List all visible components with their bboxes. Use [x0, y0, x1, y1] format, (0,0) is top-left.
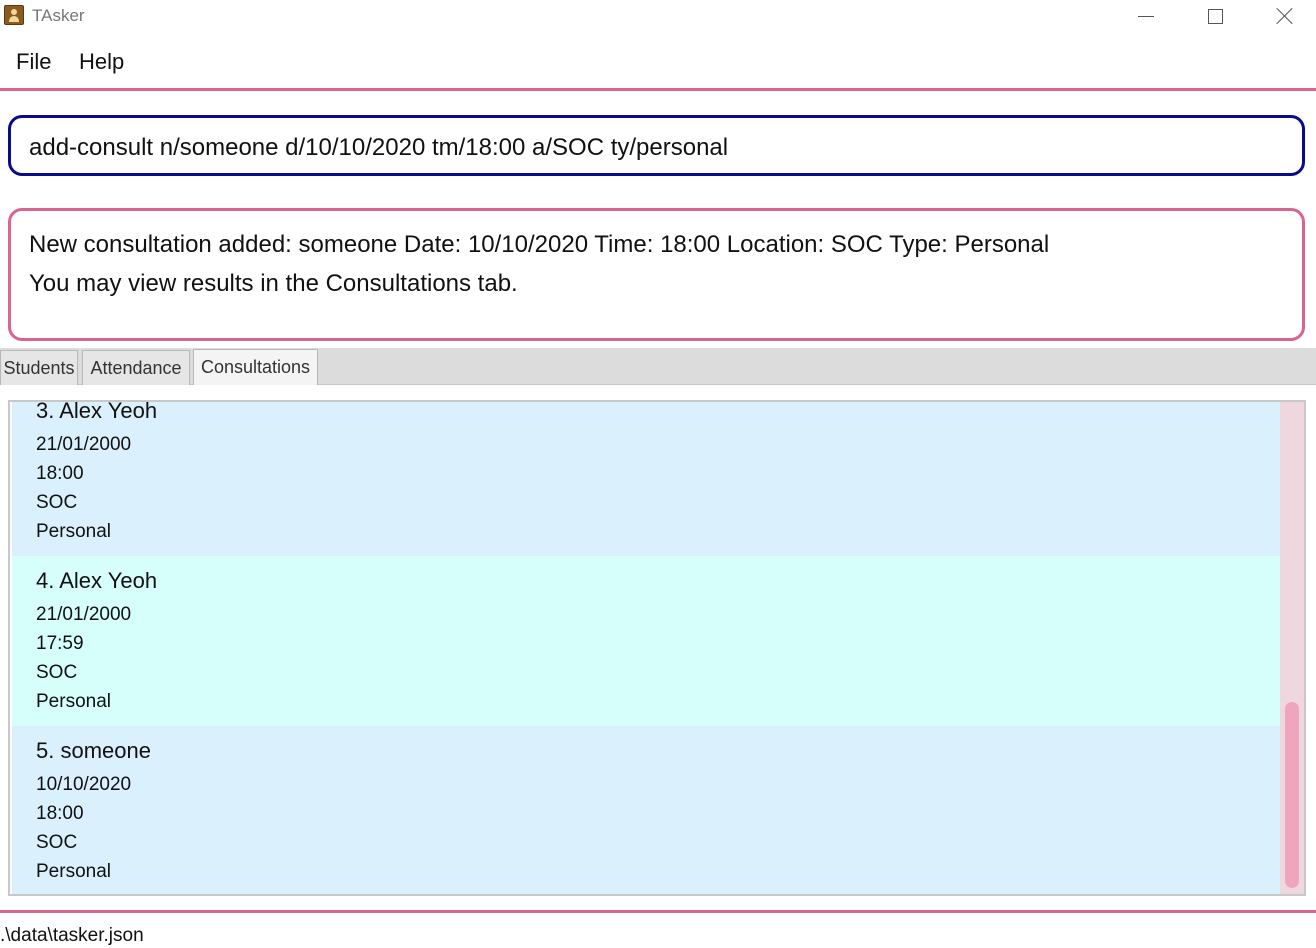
- consultation-time: 17:59: [36, 633, 84, 654]
- menu-help[interactable]: Help: [79, 49, 124, 75]
- menu-divider: [0, 88, 1316, 91]
- consultation-type: Personal: [36, 521, 111, 542]
- consultation-card[interactable]: 5. someone 10/10/2020 18:00 SOC Personal: [12, 726, 1280, 894]
- close-icon: [1276, 7, 1294, 25]
- consultation-title: 4. Alex Yeoh: [36, 568, 158, 593]
- title-bar: TAsker: [0, 0, 1316, 34]
- maximize-icon: [1207, 8, 1223, 24]
- scrollbar-thumb[interactable]: [1285, 702, 1299, 888]
- consultation-list-content: 3. Alex Yeoh 21/01/2000 18:00 SOC Person…: [12, 402, 1280, 894]
- consultation-date: 10/10/2020: [36, 774, 132, 795]
- tab-bar: Students Attendance Consultations: [0, 348, 1316, 385]
- menu-bar: File Help: [0, 34, 1316, 88]
- minimize-icon: [1138, 15, 1154, 17]
- consultation-location: SOC: [36, 662, 78, 683]
- maximize-button[interactable]: [1192, 0, 1238, 32]
- app-icon: [4, 5, 24, 25]
- consultation-time: 18:00: [36, 463, 84, 484]
- consultation-card[interactable]: 4. Alex Yeoh 21/01/2000 17:59 SOC Person…: [12, 556, 1280, 726]
- consultation-list[interactable]: 3. Alex Yeoh 21/01/2000 18:00 SOC Person…: [8, 400, 1306, 896]
- consultation-card[interactable]: 3. Alex Yeoh 21/01/2000 18:00 SOC Person…: [12, 400, 1280, 556]
- result-message-line-2: You may view results in the Consultation…: [29, 270, 518, 297]
- status-divider: [0, 910, 1316, 913]
- consultation-time: 18:00: [36, 803, 84, 824]
- consultation-title: 5. someone: [36, 738, 151, 763]
- window-title: TAsker: [32, 6, 85, 25]
- consultation-location: SOC: [36, 492, 78, 513]
- consultation-type: Personal: [36, 691, 111, 712]
- consultation-location: SOC: [36, 832, 78, 853]
- command-input[interactable]: add-consult n/someone d/10/10/2020 tm/18…: [8, 115, 1305, 176]
- tab-students[interactable]: Students: [0, 350, 78, 385]
- result-display: New consultation added: someone Date: 10…: [8, 208, 1305, 341]
- scrollbar-track[interactable]: [1280, 402, 1304, 894]
- data-file-path: .\data\tasker.json: [0, 925, 144, 946]
- close-button[interactable]: [1262, 0, 1308, 32]
- menu-file[interactable]: File: [16, 49, 51, 75]
- tab-consultations[interactable]: Consultations: [193, 349, 318, 385]
- consultation-date: 21/01/2000: [36, 604, 132, 625]
- result-message-line-1: New consultation added: someone Date: 10…: [29, 231, 1050, 258]
- consultation-title: 3. Alex Yeoh: [36, 400, 158, 423]
- minimize-button[interactable]: [1123, 0, 1169, 32]
- command-input-text: add-consult n/someone d/10/10/2020 tm/18…: [29, 134, 729, 161]
- tab-attendance[interactable]: Attendance: [82, 350, 190, 385]
- consultation-date: 21/01/2000: [36, 434, 132, 455]
- consultation-type: Personal: [36, 861, 111, 882]
